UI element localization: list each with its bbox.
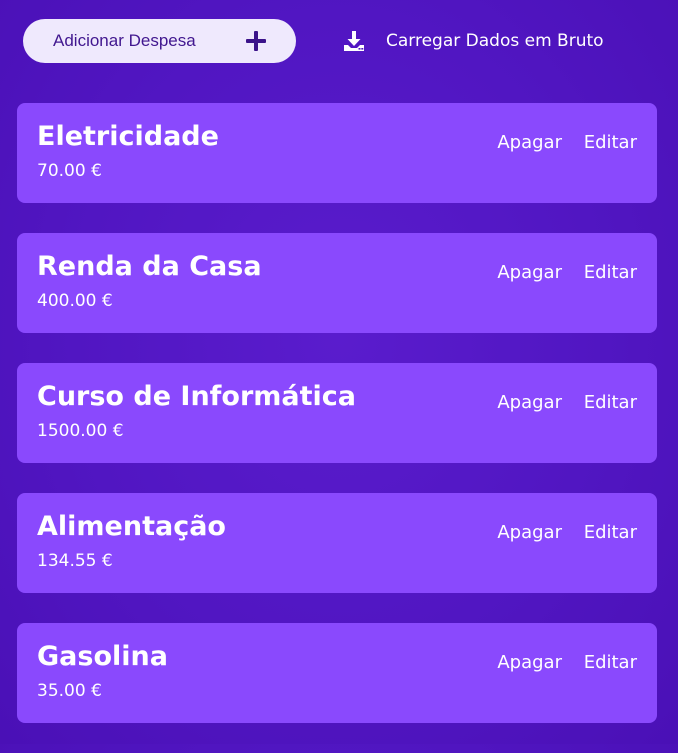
edit-button[interactable]: Editar <box>584 132 637 153</box>
expense-name: Curso de Informática <box>37 381 357 412</box>
expense-card: Curso de Informática 1500.00 € Apagar Ed… <box>17 363 657 463</box>
edit-button[interactable]: Editar <box>584 262 637 283</box>
expense-name: Eletricidade <box>37 121 219 152</box>
delete-button[interactable]: Apagar <box>497 652 562 673</box>
expense-card: Gasolina 35.00 € Apagar Editar <box>17 623 657 723</box>
delete-button[interactable]: Apagar <box>497 392 562 413</box>
plus-icon <box>246 31 266 51</box>
expense-amount: 134.55 € <box>37 551 113 571</box>
expense-list: Eletricidade 70.00 € Apagar Editar Renda… <box>17 103 657 753</box>
expense-name: Renda da Casa <box>37 251 262 282</box>
expense-name: Alimentação <box>37 511 226 542</box>
delete-button[interactable]: Apagar <box>497 262 562 283</box>
expense-card: Renda da Casa 400.00 € Apagar Editar <box>17 233 657 333</box>
edit-button[interactable]: Editar <box>584 522 637 543</box>
expense-amount: 400.00 € <box>37 291 113 311</box>
add-expense-label: Adicionar Despesa <box>53 31 196 50</box>
toolbar: Adicionar Despesa Carregar Dados em Brut… <box>23 19 655 63</box>
edit-button[interactable]: Editar <box>584 392 637 413</box>
expense-card: Eletricidade 70.00 € Apagar Editar <box>17 103 657 203</box>
expense-amount: 70.00 € <box>37 161 102 181</box>
expense-amount: 1500.00 € <box>37 421 124 441</box>
download-raw-data-label: Carregar Dados em Bruto <box>386 31 604 51</box>
expense-card: Alimentação 134.55 € Apagar Editar <box>17 493 657 593</box>
edit-button[interactable]: Editar <box>584 652 637 673</box>
download-raw-data-button[interactable]: Carregar Dados em Bruto <box>343 19 604 63</box>
download-icon <box>344 31 364 51</box>
delete-button[interactable]: Apagar <box>497 522 562 543</box>
delete-button[interactable]: Apagar <box>497 132 562 153</box>
expense-name: Gasolina <box>37 641 168 672</box>
expense-amount: 35.00 € <box>37 681 102 701</box>
add-expense-button[interactable]: Adicionar Despesa <box>23 19 296 63</box>
